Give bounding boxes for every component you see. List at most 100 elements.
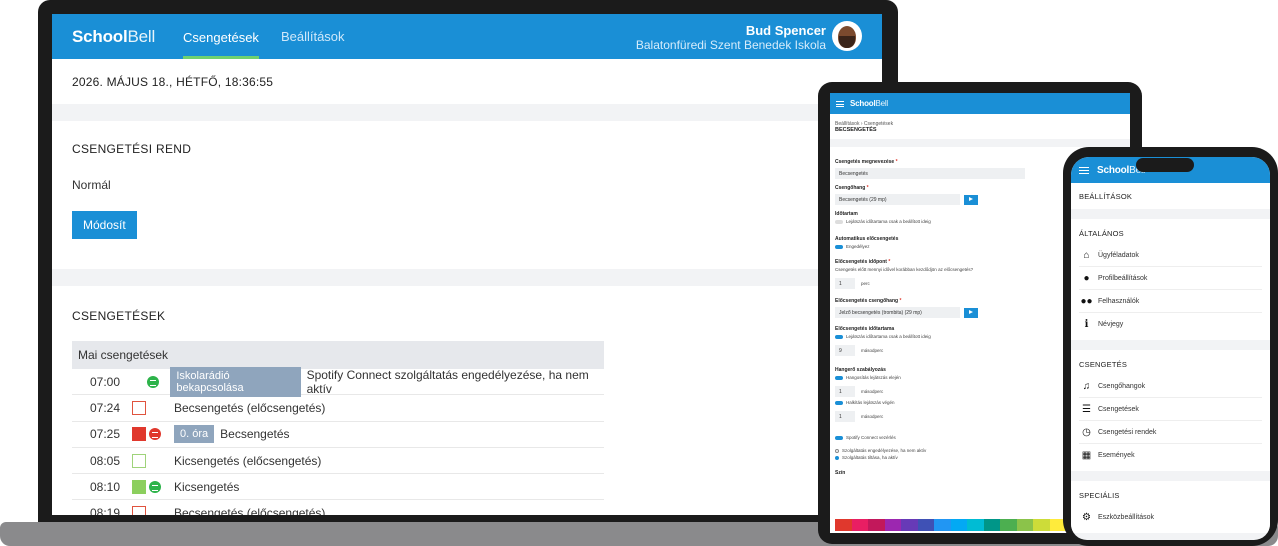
color-square-icon xyxy=(132,506,146,515)
bell-time: 08:19 xyxy=(90,506,121,515)
table-row[interactable]: 08:05 Kicsengetés (előcsengetés) xyxy=(72,448,604,475)
table-row[interactable]: 07:25 0. óra Becsengetés xyxy=(72,422,604,448)
menu-item-bells[interactable]: ☰ Csengetések xyxy=(1079,398,1262,421)
field-label: Csengőhang xyxy=(835,185,866,191)
page-title: BECSENGETÉS xyxy=(835,127,877,133)
avatar[interactable] xyxy=(832,21,862,51)
menu-item-sounds[interactable]: ♫ Csengőhangok xyxy=(1079,375,1262,398)
color-swatch[interactable] xyxy=(901,519,918,531)
pre-duration-toggle[interactable] xyxy=(835,334,843,339)
pre-duration-input[interactable]: 9 xyxy=(835,345,855,356)
bell-text: Becsengetés xyxy=(220,427,290,442)
bell-text: Becsengetés (előcsengetés) xyxy=(174,400,326,415)
table-row[interactable]: 07:24 Becsengetés (előcsengetés) xyxy=(72,395,604,422)
color-swatch[interactable] xyxy=(1033,519,1050,531)
field-label: Előcsengetés csengőhang xyxy=(835,298,899,304)
color-swatch[interactable] xyxy=(884,519,901,531)
pre-time-input[interactable]: 1 xyxy=(835,278,855,289)
tab-beallitasok[interactable]: Beállítások xyxy=(281,29,345,44)
bell-time: 07:25 xyxy=(90,427,121,442)
modify-button[interactable]: Módosít xyxy=(72,211,137,239)
bell-text: Spotify Connect szolgáltatás engedélyezé… xyxy=(306,367,589,396)
radio-enable[interactable] xyxy=(835,448,839,453)
toggle-label: Spotify Connect vezérlés xyxy=(846,435,896,440)
user-name: Bud Spencer xyxy=(745,23,826,38)
toggle-label: Lejátszás időtartama csak a beállított i… xyxy=(846,219,931,224)
play-button[interactable] xyxy=(964,307,978,318)
menu-item-about[interactable]: i Névjegy xyxy=(1079,313,1262,336)
menu-item-profile[interactable]: ● Profilbeállítások xyxy=(1079,267,1262,290)
unit-label: perc xyxy=(861,281,870,286)
schoolbell-logo[interactable]: SchoolBell xyxy=(72,27,155,47)
bell-schedule-section: CSENGETÉSI REND Normál Módosít xyxy=(52,121,882,269)
radio-disable[interactable] xyxy=(835,455,839,460)
color-swatch[interactable] xyxy=(983,519,1000,531)
section-title: SPECIÁLIS xyxy=(1079,491,1120,500)
unit-label: másodperc xyxy=(861,348,884,353)
menu-item-events[interactable]: ▦ Események xyxy=(1079,444,1262,467)
color-swatch[interactable] xyxy=(851,519,868,531)
fade-in-input[interactable]: 1 xyxy=(835,386,855,397)
color-swatch[interactable] xyxy=(835,519,852,531)
color-swatch[interactable] xyxy=(1016,519,1033,531)
radio-label: Szolgáltatás engedélyezése, ha nem aktív xyxy=(842,448,927,453)
table-row[interactable]: 08:10 Kicsengetés xyxy=(72,474,604,501)
field-label: Csengetés megnevezése xyxy=(835,159,895,165)
current-datetime: 2026. MÁJUS 18., HÉTFŐ, 18:36:55 xyxy=(72,75,274,89)
top-navbar: SchoolBell Csengetések Beállítások Bud S… xyxy=(52,14,882,59)
fade-out-input[interactable]: 1 xyxy=(835,411,855,422)
spotify-icon xyxy=(149,480,161,493)
music-icon: ♫ xyxy=(1082,380,1091,392)
unit-label: másodperc xyxy=(861,414,884,419)
section-title: CSENGETÉSEK xyxy=(72,309,166,323)
phone-screen: SchoolBell BEÁLLÍTÁSOK ÁLTALÁNOS ⌂ Ügyfél… xyxy=(1071,157,1270,540)
info-icon: i xyxy=(1084,319,1089,330)
menu-item-device-settings[interactable]: ⚙ Eszközbeállítások xyxy=(1079,506,1262,529)
users-icon: ●● xyxy=(1080,295,1093,307)
laptop-screen: SchoolBell Csengetések Beállítások Bud S… xyxy=(52,14,882,515)
schoolbell-logo[interactable]: SchoolBell xyxy=(850,99,888,108)
bell-time: 08:05 xyxy=(90,453,121,468)
bell-table: Mai csengetések 07:00 Iskolarádió bekapc… xyxy=(72,341,604,515)
hamburger-icon[interactable] xyxy=(1079,166,1089,174)
color-square-icon xyxy=(132,427,146,442)
schedule-value: Normál xyxy=(72,178,111,192)
color-swatch[interactable] xyxy=(967,519,984,531)
play-button[interactable] xyxy=(964,194,978,205)
menu-item-users[interactable]: ●● Felhasználók xyxy=(1079,290,1262,313)
color-swatch[interactable] xyxy=(868,519,885,531)
color-swatch[interactable] xyxy=(1000,519,1017,531)
building-icon: ⌂ xyxy=(1083,249,1090,261)
spotify-icon xyxy=(149,428,161,441)
hamburger-icon[interactable] xyxy=(836,100,844,107)
color-swatch[interactable] xyxy=(934,519,951,531)
tab-csengetesek[interactable]: Csengetések xyxy=(183,14,259,59)
user-info[interactable]: Bud Spencer Balatonfüredi Szent Benedek … xyxy=(636,23,826,52)
bell-tag: 0. óra xyxy=(174,425,215,444)
table-row[interactable]: 07:00 Iskolarádió bekapcsolása Spotify C… xyxy=(72,366,604,397)
sound-select[interactable]: Becsengetés (29 mp) xyxy=(835,194,960,205)
spotify-toggle[interactable] xyxy=(835,435,843,440)
calendar-icon: ▦ xyxy=(1081,450,1092,461)
breadcrumb[interactable]: Beállítások › Csengetések xyxy=(835,114,1125,127)
fade-in-toggle[interactable] xyxy=(835,375,843,380)
color-square-icon xyxy=(132,453,146,468)
field-label: Előcsengetés időpont xyxy=(835,259,887,265)
color-swatch[interactable] xyxy=(917,519,934,531)
pre-bell-toggle[interactable] xyxy=(835,244,843,249)
menu-item-schedules[interactable]: ◷ Csengetési rendek xyxy=(1079,421,1262,444)
page-title: BEÁLLÍTÁSOK xyxy=(1079,192,1133,201)
name-input[interactable]: Becsengetés xyxy=(835,168,1025,179)
toggle-label: Engedélyez xyxy=(846,244,870,249)
table-row[interactable]: 08:19 Becsengetés (előcsengetés) xyxy=(72,500,604,515)
color-swatch[interactable] xyxy=(950,519,967,531)
menu-item-client-data[interactable]: ⌂ Ügyféladatok xyxy=(1079,244,1262,267)
section-title: ÁLTALÁNOS xyxy=(1079,229,1124,238)
duration-toggle[interactable] xyxy=(835,219,843,224)
tablet-navbar: SchoolBell xyxy=(830,93,1130,114)
radio-label: Szolgáltatás tiltása, ha aktív xyxy=(842,455,898,460)
pre-sound-select[interactable]: Jelző becsengetés (trombita) (29 mp) xyxy=(835,307,960,318)
section-title: CSENGETÉS xyxy=(1079,360,1128,369)
datetime-panel: 2026. MÁJUS 18., HÉTFŐ, 18:36:55 xyxy=(52,59,882,104)
fade-out-toggle[interactable] xyxy=(835,400,843,405)
